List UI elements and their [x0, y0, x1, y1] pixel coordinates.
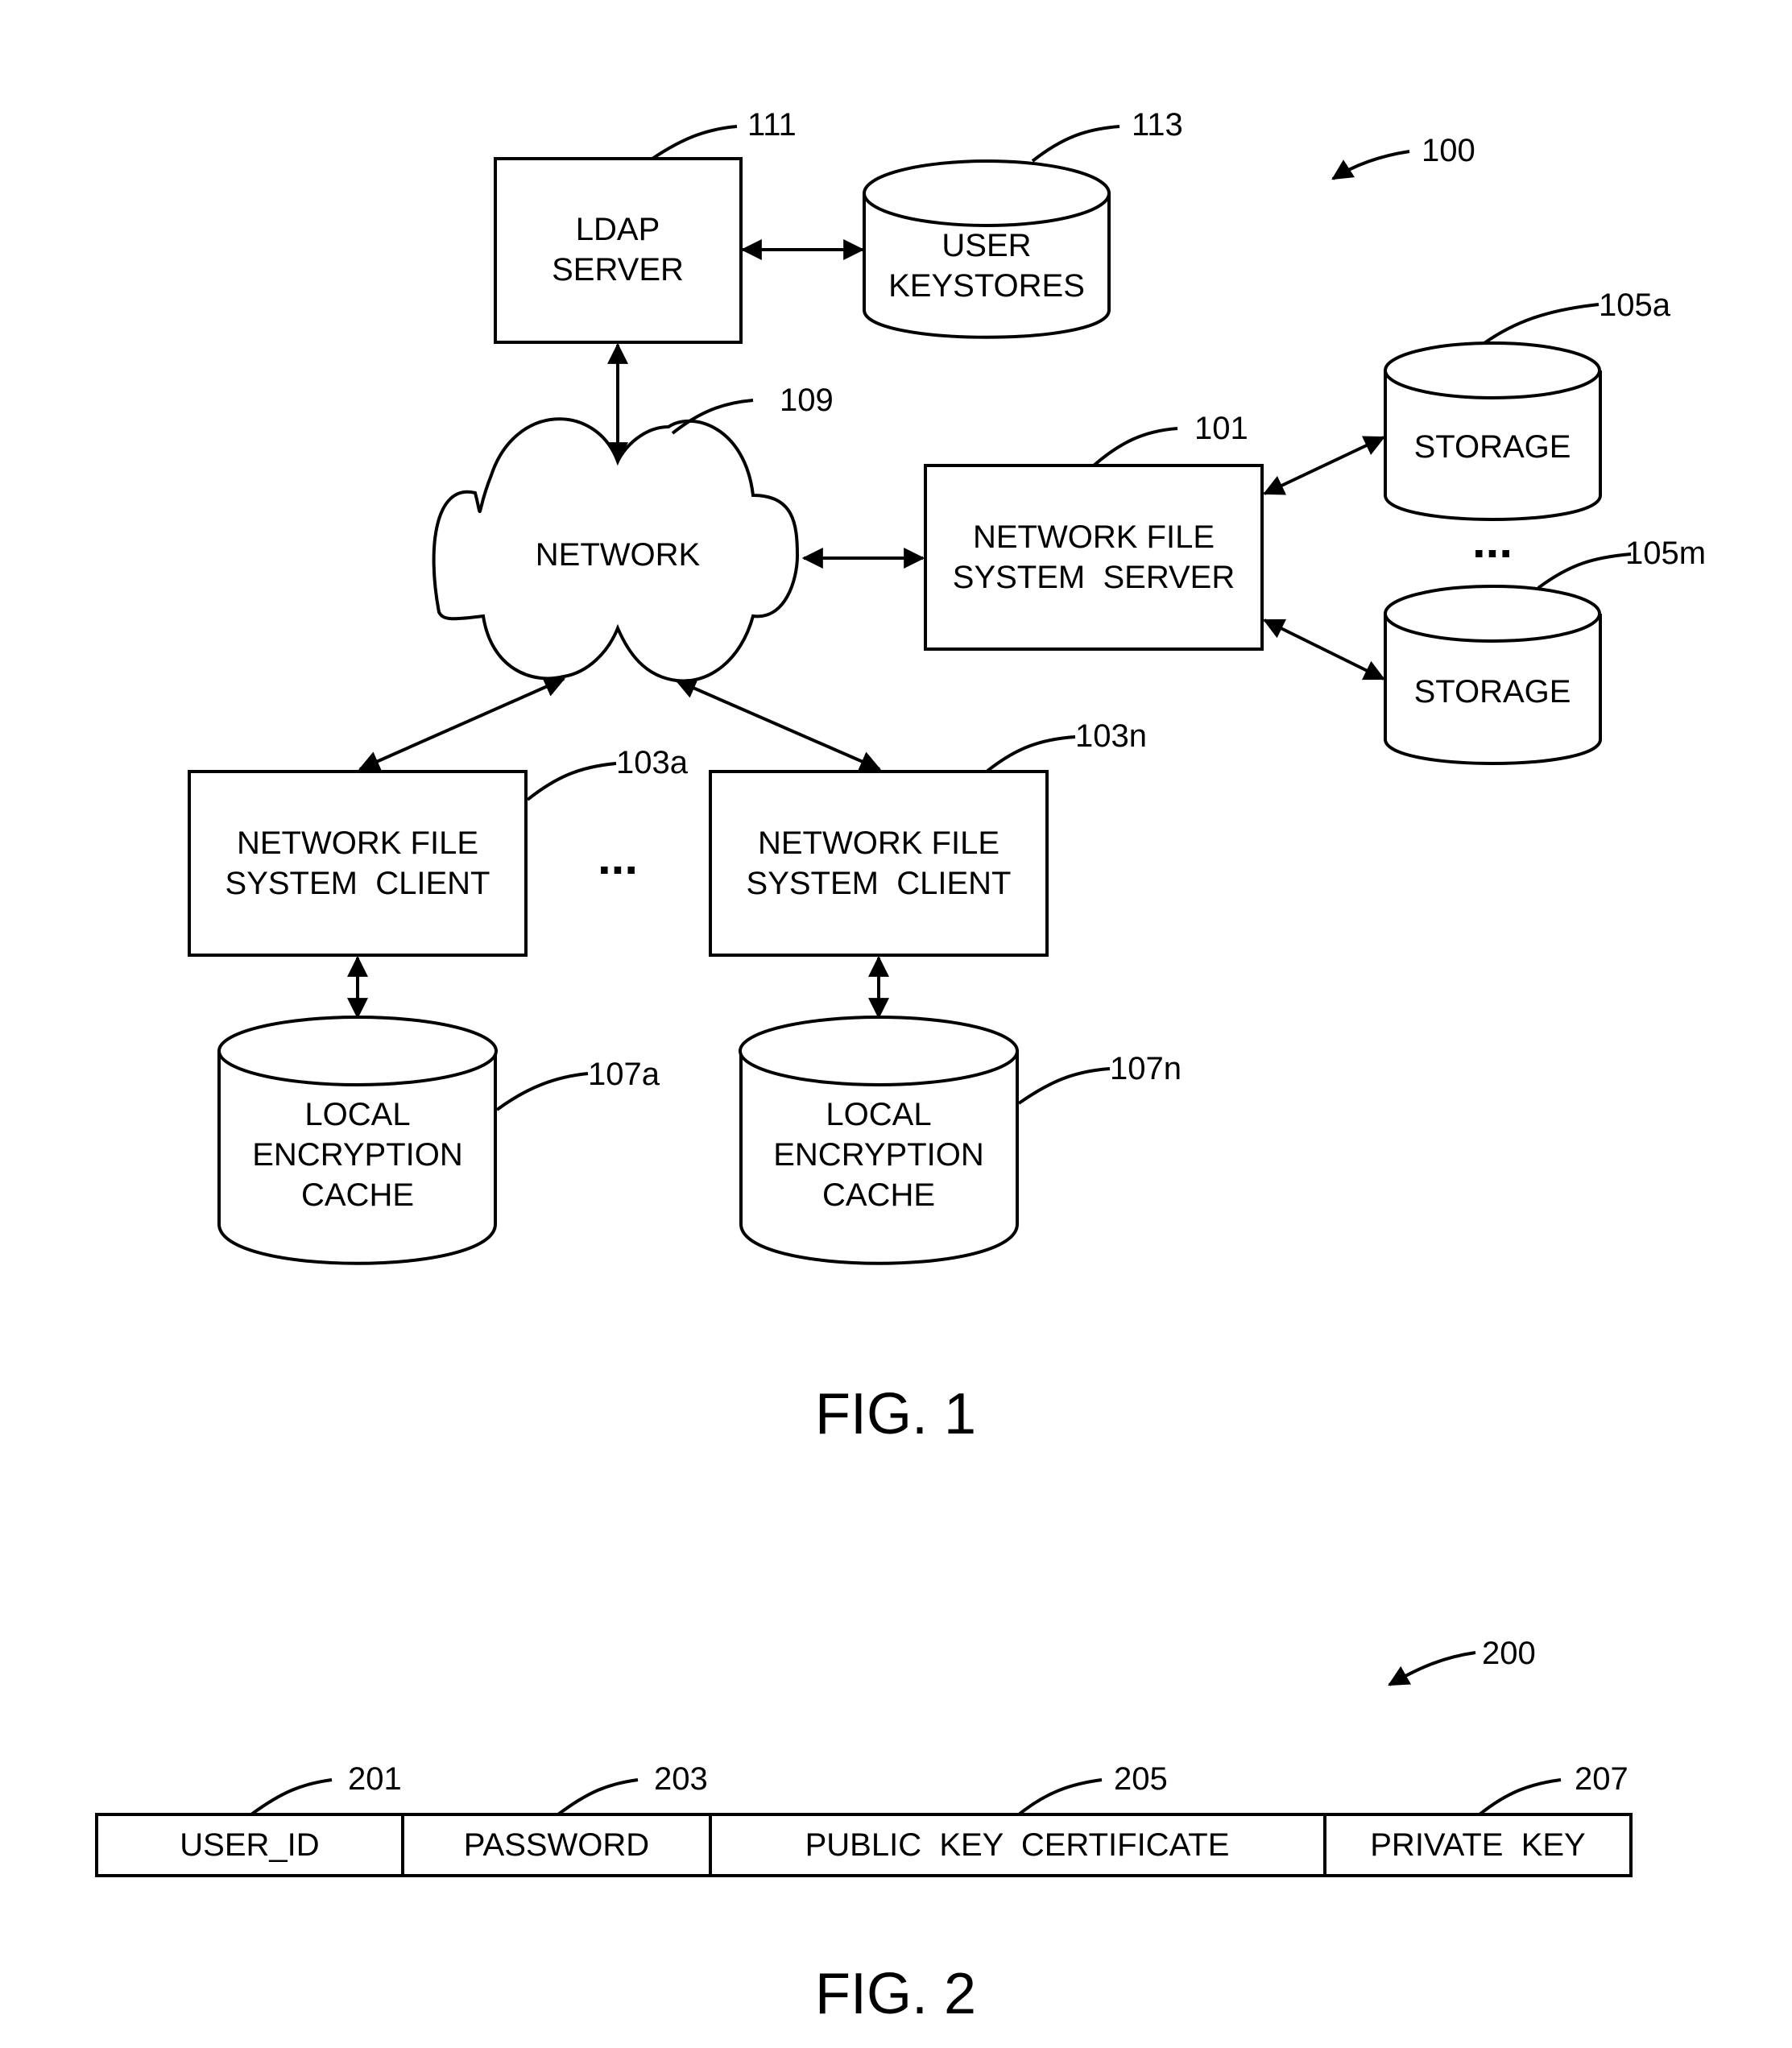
field-label: PUBLIC KEY CERTIFICATE — [805, 1827, 1230, 1863]
storage-105a: STORAGE 105a — [1384, 288, 1671, 521]
ref-101: 101 — [1194, 411, 1248, 446]
leader-line — [557, 1778, 639, 1816]
client-n-label-line-2: SYSTEM CLIENT — [747, 866, 1012, 901]
ldap-server-label-line-1: LDAP — [576, 212, 660, 247]
reference-arrow-icon — [1331, 150, 1410, 180]
user-keystores-database: USER KEYSTORES 113 — [863, 107, 1183, 339]
ref-105m: 105m — [1625, 536, 1706, 571]
ref-113: 113 — [1132, 107, 1183, 143]
leader-line — [1031, 125, 1120, 163]
figure-1: 100 LDAP SERVER 111 USER KEYSTORES 113 N… — [188, 107, 1706, 1446]
nfs-client-a-box — [188, 770, 528, 957]
client-a-label-line-2: SYSTEM CLIENT — [226, 866, 490, 901]
figure-2-caption: FIG. 2 — [815, 1962, 976, 2026]
ref-105a: 105a — [1599, 288, 1671, 323]
client-n-label-line-1: NETWORK FILE — [758, 825, 999, 861]
ref-100: 100 — [1422, 133, 1475, 168]
storage-105m: STORAGE 105m — [1384, 536, 1706, 765]
patent-drawing: 100 LDAP SERVER 111 USER KEYSTORES 113 N… — [95, 107, 1706, 2026]
ref-200: 200 — [1482, 1636, 1536, 1671]
local-encryption-cache-107a: LOCAL ENCRYPTION 107a CACHE — [217, 1016, 660, 1265]
leader-line — [250, 1778, 333, 1816]
ldap-server: LDAP SERVER 111 — [494, 107, 797, 344]
leader-line — [1017, 1778, 1103, 1816]
connector-nfs-server-storage-a — [1263, 436, 1385, 495]
client-ellipsis: ... — [598, 830, 638, 884]
nfs-server-label-line-1: NETWORK FILE — [973, 519, 1215, 555]
ref-103a: 103a — [616, 745, 689, 780]
network-cloud: NETWORK 109 — [432, 383, 834, 683]
nfs-client-103n: NETWORK FILE SYSTEM CLIENT 103n — [709, 718, 1147, 957]
cache-a-label-line-3: CACHE — [301, 1177, 414, 1213]
client-a-label-line-1: NETWORK FILE — [237, 825, 478, 861]
connector-nfs-server-storage-m — [1263, 619, 1385, 681]
nfs-client-n-box — [709, 770, 1049, 957]
ref-207: 207 — [1575, 1761, 1629, 1797]
leader-line — [985, 735, 1076, 773]
storage-m-label: STORAGE — [1414, 674, 1571, 710]
local-encryption-cache-107n: LOCAL ENCRYPTION CACHE 107n — [739, 1016, 1182, 1265]
ref-109: 109 — [780, 383, 834, 418]
reference-arrow-icon — [1388, 1651, 1476, 1686]
ref-107a: 107a — [588, 1057, 660, 1092]
field-label: PASSWORD — [464, 1827, 649, 1863]
field-label: PRIVATE KEY — [1370, 1827, 1585, 1863]
cache-a-label-line-1: LOCAL — [304, 1097, 410, 1132]
user-keystores-label-line-1: USER — [942, 228, 1031, 263]
cache-a-label-line-2: ENCRYPTION — [252, 1137, 463, 1173]
ref-103n: 103n — [1075, 718, 1147, 754]
figure-2: 200 USER_ID 201 PASSWORD 203 PUBLIC KEY … — [95, 1636, 1633, 2026]
leader-line — [526, 762, 617, 801]
leader-line — [1478, 1778, 1562, 1816]
ref-201: 201 — [348, 1761, 402, 1797]
ref-205: 205 — [1114, 1761, 1168, 1797]
nfs-server-box — [924, 464, 1264, 651]
user-keystores-label-line-2: KEYSTORES — [888, 268, 1085, 304]
ldap-server-label-line-2: SERVER — [552, 252, 684, 288]
system-reference-100: 100 — [1331, 133, 1475, 180]
nfs-server-label-line-2: SYSTEM SERVER — [953, 560, 1235, 595]
leader-line — [651, 125, 738, 160]
figure-1-caption: FIG. 1 — [815, 1382, 976, 1446]
ref-203: 203 — [654, 1761, 708, 1797]
record-reference-200: 200 — [1388, 1636, 1536, 1686]
keystore-record: USER_ID 201 PASSWORD 203 PUBLIC KEY CERT… — [95, 1761, 1633, 1877]
leader-line — [495, 1072, 589, 1111]
leader-line — [1537, 552, 1632, 590]
leader-line — [1092, 427, 1178, 467]
cache-n-label-line-1: LOCAL — [826, 1097, 931, 1132]
leader-line — [1483, 303, 1600, 345]
ref-107n: 107n — [1110, 1051, 1182, 1086]
connector-network-client-a — [358, 676, 565, 772]
record-field-public-key-certificate: PUBLIC KEY CERTIFICATE 205 — [805, 1761, 1230, 1863]
connector-network-client-n — [675, 678, 881, 772]
network-label: NETWORK — [536, 537, 701, 573]
nfs-server: NETWORK FILE SYSTEM SERVER 101 — [924, 411, 1264, 651]
storage-a-label: STORAGE — [1414, 429, 1571, 465]
storage-ellipsis: ... — [1472, 514, 1513, 568]
field-label: USER_ID — [180, 1827, 319, 1863]
cache-n-label-line-2: ENCRYPTION — [773, 1137, 984, 1173]
cache-n-label-line-3: CACHE — [822, 1177, 935, 1213]
ref-111: 111 — [747, 107, 797, 143]
leader-line — [1017, 1067, 1111, 1105]
ldap-server-box — [494, 157, 743, 344]
